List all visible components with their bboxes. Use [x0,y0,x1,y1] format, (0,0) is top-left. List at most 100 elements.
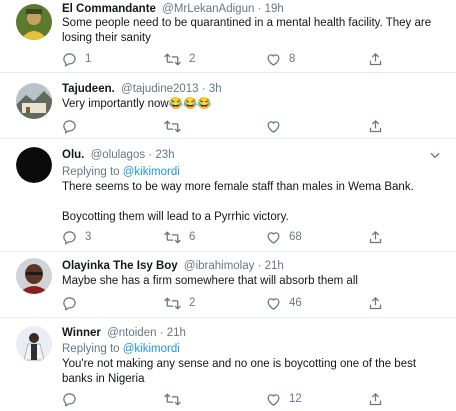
replying-to-mention[interactable]: @kikimordi [123,166,180,178]
like-button[interactable]: 68 [266,229,302,245]
share-button[interactable] [368,295,383,311]
tweet-paragraph: Some people need to be quarantined in a … [62,17,432,44]
like-button[interactable]: 46 [266,295,302,311]
chevron-down-icon [430,152,440,159]
tweet[interactable]: Olu. @olulagos · 23h Replying to @kikimo… [0,139,456,252]
like-icon [267,231,280,244]
share-icon [369,119,382,132]
reply-button[interactable]: 1 [62,51,91,67]
tweet-header: Olu. @olulagos · 23h [62,147,175,163]
retweet-icon [164,52,181,66]
reply-icon [63,392,76,407]
separator: · [201,83,206,95]
like-count: 8 [289,53,296,65]
like-button[interactable] [266,118,289,134]
tweet-header: Winner @ntoiden · 21h [62,325,186,341]
author-handle[interactable]: @ntoiden [107,327,156,339]
share-button[interactable] [368,391,383,407]
avatar[interactable] [16,147,52,183]
retweet-button[interactable] [164,118,189,134]
tweet-paragraph: Boycotting them will lead to a Pyrrhic v… [62,211,289,223]
share-icon [369,52,382,65]
tweet-header: Olayinka The Isy Boy @ibrahimolay · 21h [62,258,284,274]
retweet-count: 2 [189,53,196,65]
tweet-text: You're not making any sense and no one i… [62,357,442,387]
reply-button[interactable]: 3 [62,229,91,245]
retweet-button[interactable] [164,391,189,407]
reply-icon [63,119,76,134]
reply-button[interactable] [62,118,85,134]
separator: · [159,327,164,339]
like-icon [267,393,280,406]
tweet-paragraph: Maybe she has a firm somewhere that will… [62,275,358,287]
author-name[interactable]: Winner [62,327,101,339]
tweet-paragraph: Very importantly now😂😂😂 [62,98,212,110]
author-handle[interactable]: @olulagos [91,149,146,161]
tweet[interactable]: Tajudeen. @tajudine2013 · 3h Very import… [0,73,456,139]
avatar[interactable] [16,258,52,294]
more-button[interactable] [428,148,442,162]
replying-to-mention[interactable]: @kikimordi [123,343,180,355]
tweet[interactable]: El Commandante @MrLekanAdigun · 19h Some… [0,0,456,73]
like-button[interactable]: 12 [266,391,302,407]
like-icon [267,53,280,66]
tweet-text: Maybe she has a firm somewhere that will… [62,274,442,289]
tweet-header: El Commandante @MrLekanAdigun · 19h [62,1,284,17]
retweet-button[interactable]: 6 [164,229,195,245]
timestamp[interactable]: 23h [155,149,174,161]
avatar[interactable] [16,4,52,40]
like-icon [267,297,280,310]
author-name[interactable]: Olayinka The Isy Boy [62,260,178,272]
author-handle[interactable]: @MrLekanAdigun [162,3,254,15]
retweet-icon [164,230,181,244]
like-icon [267,120,280,133]
share-icon [369,296,382,309]
like-button[interactable]: 8 [266,51,295,67]
tweet-actions [62,118,402,134]
tweet-paragraph: There seems to be way more female staff … [62,181,414,193]
share-button[interactable] [368,118,383,134]
tweet-text: Some people need to be quarantined in a … [62,16,442,46]
separator: · [148,149,153,161]
tweet[interactable]: Winner @ntoiden · 21h Replying to @kikim… [0,318,456,411]
like-count: 68 [289,231,302,243]
author-handle[interactable]: @tajudine2013 [121,83,199,95]
retweet-count: 6 [189,231,196,243]
tweet-thread: El Commandante @MrLekanAdigun · 19h Some… [0,0,456,411]
tweet[interactable]: Olayinka The Isy Boy @ibrahimolay · 21h … [0,252,456,318]
like-count: 12 [289,393,302,405]
timestamp[interactable]: 21h [167,327,186,339]
share-button[interactable] [368,229,383,245]
share-icon [369,230,382,243]
tweet-header: Tajudeen. @tajudine2013 · 3h [62,81,222,97]
retweet-button[interactable]: 2 [164,51,195,67]
retweet-icon [164,119,181,133]
reply-button[interactable] [62,295,85,311]
reply-icon [63,296,76,311]
avatar[interactable] [16,326,52,362]
retweet-icon [164,392,181,406]
tweet-actions: 3 6 68 [62,229,402,245]
retweet-button[interactable]: 2 [164,295,195,311]
reply-button[interactable] [62,391,85,407]
timestamp[interactable]: 19h [265,3,284,15]
author-name[interactable]: Olu. [62,149,84,161]
share-icon [369,392,382,405]
timestamp[interactable]: 3h [209,83,222,95]
timestamp[interactable]: 21h [265,260,284,272]
reply-icon [63,230,76,245]
share-button[interactable] [368,51,383,67]
reply-count: 1 [85,53,92,65]
author-handle[interactable]: @ibrahimolay [184,260,254,272]
replying-to-label: Replying to [62,166,120,178]
reply-icon [63,52,76,67]
tweet-text: Very importantly now😂😂😂 [62,97,442,112]
author-name[interactable]: El Commandante [62,3,156,15]
reply-count: 3 [85,231,92,243]
replying-to-label: Replying to [62,343,120,355]
tweet-actions: 2 46 [62,295,402,311]
author-name[interactable]: Tajudeen. [62,83,115,95]
replying-to: Replying to @kikimordi [62,342,180,357]
avatar[interactable] [16,83,52,119]
tweet-actions: 12 [62,391,402,407]
